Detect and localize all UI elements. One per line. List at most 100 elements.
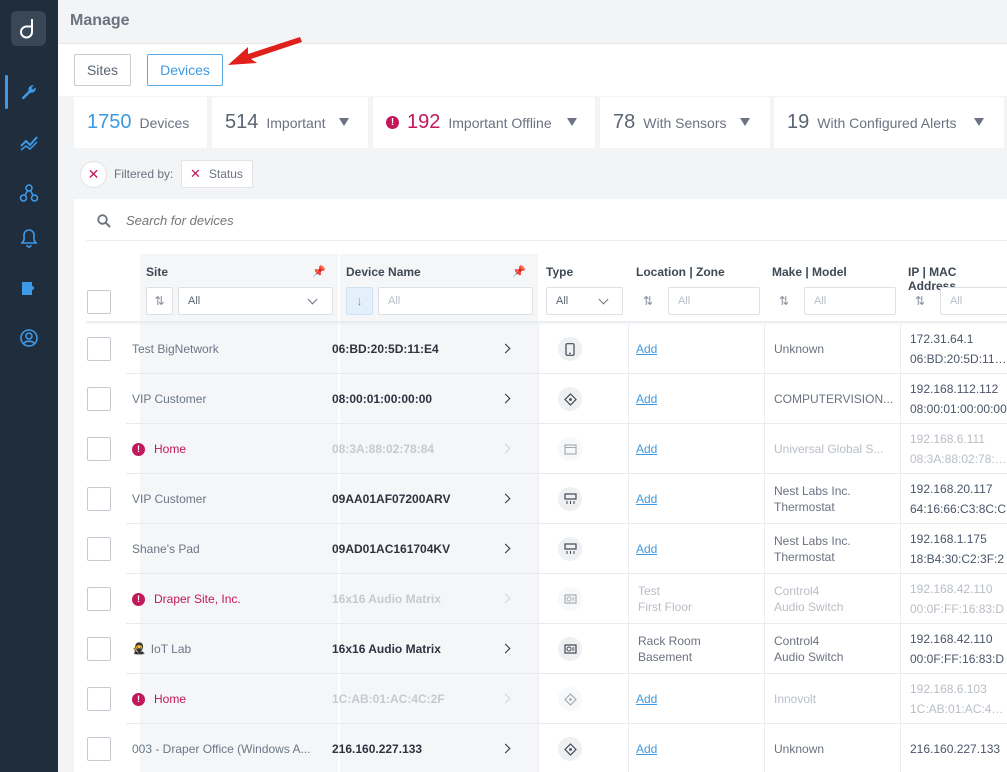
add-location-link[interactable]: Add bbox=[636, 441, 657, 457]
row-checkbox[interactable] bbox=[87, 337, 111, 361]
table-row[interactable]: VIP Customer 09AA01AF07200ARV Add Nest Labs… bbox=[74, 474, 1007, 524]
device-name-cell[interactable]: 08:3A:88:02:78:84 bbox=[332, 441, 492, 457]
site-cell[interactable]: ! Draper Site, Inc. bbox=[132, 591, 320, 607]
table-row[interactable]: Test BigNetwork 06:BD:20:5D:11:E4 Add Unkno… bbox=[74, 324, 1007, 374]
stat-important[interactable]: 514 Important bbox=[212, 97, 368, 148]
chevron-right-icon[interactable] bbox=[500, 543, 511, 554]
device-name-cell[interactable]: 09AA01AF07200ARV bbox=[332, 491, 492, 507]
nav-account[interactable] bbox=[0, 319, 58, 357]
ip-address-cell: 216.160.227.133 bbox=[910, 742, 1001, 756]
add-location-link[interactable]: Add bbox=[636, 341, 657, 357]
pin-icon[interactable]: 📌 bbox=[512, 265, 526, 278]
nav-integrations[interactable] bbox=[0, 269, 58, 307]
device-name-cell[interactable]: 08:00:01:00:00:00 bbox=[332, 391, 492, 407]
site-cell[interactable]: VIP Customer bbox=[132, 391, 320, 407]
stat-configured-alerts[interactable]: 19 With Configured Alerts bbox=[774, 97, 1004, 148]
pin-icon[interactable]: 📌 bbox=[312, 265, 326, 278]
chevron-right-icon[interactable] bbox=[500, 393, 511, 404]
site-cell[interactable]: VIP Customer bbox=[132, 491, 320, 507]
nav-manage[interactable] bbox=[0, 73, 58, 111]
nav-analytics[interactable] bbox=[0, 124, 58, 162]
site-cell[interactable]: ! Home bbox=[132, 691, 320, 707]
ip-filter-input[interactable]: All bbox=[940, 287, 1007, 315]
make-sort-button[interactable]: ⇅ bbox=[779, 294, 789, 308]
add-location-link[interactable]: Add bbox=[636, 541, 657, 557]
location-filter-input[interactable]: All bbox=[668, 287, 760, 315]
table-row[interactable]: 003 - Draper Office (Windows A... 216.160… bbox=[74, 724, 1007, 772]
row-checkbox[interactable] bbox=[87, 687, 111, 711]
add-location-link[interactable]: Add bbox=[636, 391, 657, 407]
row-checkbox[interactable] bbox=[87, 637, 111, 661]
column-header-make[interactable]: Make | Model bbox=[772, 265, 847, 279]
site-cell[interactable]: 🥷 IoT Lab bbox=[132, 641, 320, 657]
table-row[interactable]: VIP Customer 08:00:01:00:00:00 Add COMPUTER… bbox=[74, 374, 1007, 424]
site-name: IoT Lab bbox=[150, 642, 192, 656]
device-name-cell[interactable]: 1C:AB:01:AC:4C:2F bbox=[332, 691, 492, 707]
user-circle-icon bbox=[20, 329, 38, 347]
chevron-right-icon[interactable] bbox=[500, 343, 511, 354]
table-row[interactable]: Shane's Pad 09AD01AC161704KV Add Nest Labs … bbox=[74, 524, 1007, 574]
nav-network[interactable] bbox=[0, 174, 58, 212]
chevron-right-icon[interactable] bbox=[500, 743, 511, 754]
table-row[interactable]: ! Draper Site, Inc. 16x16 Audio Matrix Test… bbox=[74, 574, 1007, 624]
nav-alerts[interactable] bbox=[0, 219, 58, 257]
add-location-link[interactable]: Add bbox=[636, 691, 657, 707]
ip-sort-button[interactable]: ⇅ bbox=[915, 294, 925, 308]
tab-sites[interactable]: Sites bbox=[74, 54, 131, 86]
device-name-cell[interactable]: 09AD01AC161704KV bbox=[332, 541, 492, 557]
make-cell: Control4 bbox=[774, 584, 820, 598]
column-divider bbox=[764, 574, 765, 624]
row-checkbox[interactable] bbox=[87, 437, 111, 461]
site-cell[interactable]: Shane's Pad bbox=[132, 541, 320, 557]
filter-chip-label: Status bbox=[208, 167, 243, 181]
device-name-cell[interactable]: 06:BD:20:5D:11:E4 bbox=[332, 341, 492, 357]
chevron-right-icon[interactable] bbox=[500, 443, 511, 454]
device-name-cell[interactable]: 16x16 Audio Matrix bbox=[332, 591, 492, 607]
clear-filters-button[interactable]: ✕ bbox=[80, 161, 107, 188]
add-location-link[interactable]: Add bbox=[636, 741, 657, 757]
site-cell[interactable]: Test BigNetwork bbox=[132, 341, 320, 357]
row-checkbox[interactable] bbox=[87, 587, 111, 611]
site-sort-button[interactable]: ⇅ bbox=[146, 287, 173, 315]
stat-devices-value: 1750 bbox=[87, 111, 132, 133]
filter-chip-status[interactable]: ✕ Status bbox=[181, 160, 253, 188]
table-row[interactable]: 🥷 IoT Lab 16x16 Audio Matrix Rack Room Basem… bbox=[74, 624, 1007, 674]
column-header-type[interactable]: Type bbox=[546, 265, 573, 279]
chevron-right-icon[interactable] bbox=[500, 493, 511, 504]
add-location-link[interactable]: Add bbox=[636, 491, 657, 507]
column-header-location[interactable]: Location | Zone bbox=[636, 265, 725, 279]
row-checkbox[interactable] bbox=[87, 387, 111, 411]
stat-with-sensors[interactable]: 78 With Sensors bbox=[600, 97, 770, 148]
row-checkbox[interactable] bbox=[87, 737, 111, 761]
chevron-right-icon[interactable] bbox=[500, 593, 511, 604]
make-filter-input[interactable]: All bbox=[804, 287, 896, 315]
column-header-site[interactable]: Site bbox=[146, 265, 168, 279]
chevron-right-icon[interactable] bbox=[500, 693, 511, 704]
site-name: Test BigNetwork bbox=[132, 342, 219, 356]
select-all-checkbox[interactable] bbox=[87, 290, 111, 314]
site-cell[interactable]: ! Home bbox=[132, 441, 320, 457]
table-row[interactable]: ! Home 08:3A:88:02:78:84 Add Universal Globa… bbox=[74, 424, 1007, 474]
device-name-filter-input[interactable]: All bbox=[378, 287, 533, 315]
device-name-cell[interactable]: 16x16 Audio Matrix bbox=[332, 641, 492, 657]
location-sort-button[interactable]: ⇅ bbox=[643, 294, 653, 308]
zone-cell: First Floor bbox=[638, 600, 692, 614]
remove-filter-icon[interactable]: ✕ bbox=[190, 166, 201, 182]
column-divider bbox=[628, 724, 629, 772]
chevron-right-icon[interactable] bbox=[500, 643, 511, 654]
ninja-icon: 🥷 bbox=[132, 643, 146, 655]
column-divider bbox=[538, 574, 539, 624]
site-cell[interactable]: 003 - Draper Office (Windows A... bbox=[132, 741, 320, 757]
stat-important-offline[interactable]: ! 192 Important Offline bbox=[373, 97, 595, 148]
search-input[interactable] bbox=[126, 213, 526, 228]
type-filter-select[interactable]: All bbox=[546, 287, 623, 315]
column-header-device-name[interactable]: Device Name bbox=[346, 265, 421, 279]
tab-devices[interactable]: Devices bbox=[147, 54, 223, 86]
app-logo[interactable] bbox=[11, 11, 46, 46]
device-name-cell[interactable]: 216.160.227.133 bbox=[332, 741, 492, 757]
device-name-sort-button[interactable]: ↓ bbox=[346, 287, 373, 315]
stat-devices[interactable]: 1750 Devices bbox=[74, 97, 207, 148]
row-checkbox[interactable] bbox=[87, 487, 111, 511]
row-checkbox[interactable] bbox=[87, 537, 111, 561]
table-row[interactable]: ! Home 1C:AB:01:AC:4C:2F Add Innovolt 192.168… bbox=[74, 674, 1007, 724]
